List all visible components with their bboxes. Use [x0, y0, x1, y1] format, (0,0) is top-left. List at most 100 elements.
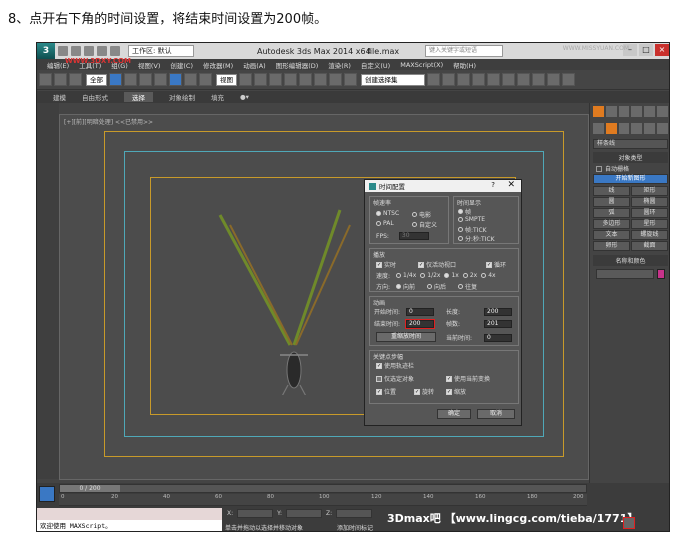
start-new-shape-button[interactable]: 开始新图形	[593, 174, 668, 184]
window-crossing-icon[interactable]	[154, 73, 167, 86]
ntsc-radio[interactable]	[376, 211, 381, 216]
close-button[interactable]: ×	[655, 44, 669, 56]
maxscript-listener-line1[interactable]	[37, 508, 222, 520]
pivot-center-icon[interactable]	[239, 73, 252, 86]
ribbon-tab-populate[interactable]: 填充	[211, 92, 224, 102]
bind-space-warp-icon[interactable]	[69, 73, 82, 86]
ribbon-tab-selection[interactable]: 选择	[124, 92, 153, 102]
object-type-rollout[interactable]: 对象类型	[593, 152, 668, 163]
z-coordinate-field[interactable]	[336, 509, 373, 518]
mirror-icon[interactable]	[427, 73, 440, 86]
speed-half-radio[interactable]	[420, 273, 426, 278]
frames-radio[interactable]	[458, 209, 463, 214]
add-time-tag[interactable]: 添加时间标记	[337, 523, 373, 531]
named-selection-set-select[interactable]: 创建选择集	[361, 73, 425, 86]
time-configuration-icon[interactable]	[623, 517, 635, 529]
modify-tab-icon[interactable]	[605, 106, 617, 117]
percent-snap-icon[interactable]	[314, 73, 327, 86]
y-coordinate-field[interactable]	[286, 509, 323, 518]
keyboard-shortcut-icon[interactable]	[269, 73, 282, 86]
dialog-close-button[interactable]: ✕	[507, 180, 515, 190]
shape-circle-button[interactable]: 圆	[593, 197, 630, 207]
menu-views[interactable]: 视图(V)	[138, 60, 161, 70]
undo-icon[interactable]	[97, 46, 107, 56]
dragonfly-model[interactable]	[210, 195, 360, 395]
ribbon-tab-object-paint[interactable]: 对象绘制	[169, 92, 195, 102]
select-move-icon[interactable]	[169, 73, 182, 86]
shape-rectangle-button[interactable]: 矩形	[631, 186, 668, 196]
maximize-button[interactable]: □	[639, 44, 653, 56]
fps-input[interactable]: 30	[398, 232, 429, 240]
helpers-icon[interactable]	[644, 123, 656, 134]
layer-manager-icon[interactable]	[457, 73, 470, 86]
redo-icon[interactable]	[110, 46, 120, 56]
speed-4x-radio[interactable]	[481, 273, 487, 278]
ok-button[interactable]: 确定	[437, 409, 471, 419]
cancel-button[interactable]: 取消	[477, 409, 515, 419]
pal-radio[interactable]	[376, 221, 381, 226]
start-time-input[interactable]: 0	[406, 307, 434, 316]
angle-snap-icon[interactable]	[299, 73, 312, 86]
film-radio[interactable]	[412, 212, 417, 217]
use-trackbar-checkbox[interactable]: ✓	[376, 362, 382, 369]
workspace-select[interactable]: 工作区: 默认	[128, 45, 194, 57]
schematic-view-icon[interactable]	[502, 73, 515, 86]
select-scale-icon[interactable]	[199, 73, 212, 86]
hierarchy-tab-icon[interactable]	[618, 106, 630, 117]
menu-animation[interactable]: 动画(A)	[243, 60, 266, 70]
use-current-transform-checkbox[interactable]: ✓	[446, 375, 452, 382]
shape-category-select[interactable]: 样条线	[593, 139, 668, 149]
ribbon-tab-freeform[interactable]: 自由形式	[82, 92, 108, 102]
shape-text-button[interactable]: 文本	[593, 230, 630, 240]
select-rotate-icon[interactable]	[184, 73, 197, 86]
ribbon-tab-modeling[interactable]: 建模	[53, 92, 66, 102]
end-time-input[interactable]: 200	[405, 318, 435, 329]
current-time-input[interactable]: 0	[484, 333, 512, 342]
select-manipulate-icon[interactable]	[254, 73, 267, 86]
menu-help[interactable]: 帮助(H)	[453, 60, 476, 70]
graphite-ribbon-icon[interactable]	[472, 73, 485, 86]
select-by-name-icon[interactable]	[124, 73, 137, 86]
rotation-checkbox[interactable]: ✓	[414, 388, 420, 395]
lights-icon[interactable]	[618, 123, 630, 134]
shape-arc-button[interactable]: 弧	[593, 208, 630, 218]
direction-forward-radio[interactable]	[396, 284, 402, 289]
loop-checkbox[interactable]: ✓	[486, 261, 492, 268]
space-warps-icon[interactable]	[657, 123, 668, 134]
shape-ngon-button[interactable]: 多边形	[593, 219, 630, 229]
display-tab-icon[interactable]	[644, 106, 656, 117]
shapes-icon[interactable]	[605, 123, 617, 134]
custom-radio[interactable]	[412, 222, 417, 227]
active-viewport-checkbox[interactable]: ✓	[418, 261, 424, 268]
direction-pingpong-radio[interactable]	[458, 284, 464, 289]
ribbon-options-icon[interactable]: ●▾	[240, 93, 249, 101]
shape-star-button[interactable]: 星形	[631, 219, 668, 229]
shape-donut-button[interactable]: 圆环	[631, 208, 668, 218]
menu-modifiers[interactable]: 修改器(M)	[203, 60, 233, 70]
create-tab-icon[interactable]	[593, 106, 604, 117]
speed-1x-radio[interactable]	[444, 273, 450, 278]
link-icon[interactable]	[39, 73, 52, 86]
search-input[interactable]: 键入关键字或短语	[425, 45, 503, 57]
min-sec-tick-radio[interactable]	[458, 236, 463, 241]
reference-coord-select[interactable]: 视图	[216, 73, 237, 86]
unlink-icon[interactable]	[54, 73, 67, 86]
menu-graph-editors[interactable]: 图形编辑器(D)	[276, 60, 319, 70]
auto-grid-checkbox[interactable]	[596, 165, 602, 172]
viewport-label[interactable]: [+][前][明暗处理] <<已禁用>>	[64, 117, 153, 126]
speed-quarter-radio[interactable]	[396, 273, 402, 278]
menu-rendering[interactable]: 渲染(R)	[328, 60, 351, 70]
shape-line-button[interactable]: 线	[593, 186, 630, 196]
select-object-icon[interactable]	[109, 73, 122, 86]
maxscript-listener-line2[interactable]: 欢迎使用 MAXScript。	[37, 520, 222, 531]
dialog-help-button[interactable]: ?	[491, 181, 495, 189]
save-file-icon[interactable]	[84, 46, 94, 56]
position-checkbox[interactable]: ✓	[376, 388, 382, 395]
mini-listener-icon[interactable]	[39, 486, 55, 502]
snap-toggle-icon[interactable]	[284, 73, 297, 86]
time-slider-thumb[interactable]: 0 / 200	[60, 485, 120, 492]
speed-2x-radio[interactable]	[462, 273, 468, 278]
object-color-swatch[interactable]	[657, 269, 665, 279]
scale-checkbox[interactable]: ✓	[446, 388, 452, 395]
name-color-rollout[interactable]: 名称和颜色	[593, 255, 668, 266]
